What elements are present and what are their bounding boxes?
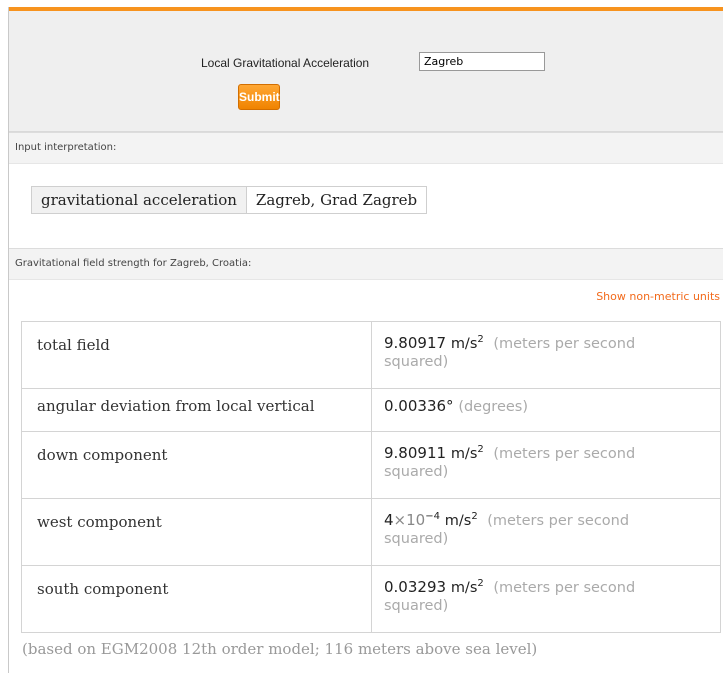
- gravity-results-table: total field 9.80917 m/s2 (meters per sec…: [21, 321, 721, 633]
- show-non-metric-units-link[interactable]: Show non-metric units: [596, 290, 720, 303]
- row-value-cell: 0.03293 m/s2 (meters per second squared): [371, 565, 721, 633]
- row-label: total field: [21, 321, 372, 389]
- unit-description: (meters per second: [487, 513, 630, 529]
- unit-description-cont: squared): [384, 598, 449, 614]
- value-number: 9.80911: [384, 444, 447, 462]
- table-row: down component 9.80911 m/s2 (meters per …: [21, 431, 721, 499]
- model-footnote: (based on EGM2008 12th order model; 116 …: [22, 640, 538, 658]
- value-number: 0.03293: [384, 578, 447, 596]
- unit-description-cont: squared): [384, 531, 449, 547]
- value-unit: m/s2: [444, 511, 478, 529]
- result-header: Gravitational field strength for Zagreb,…: [9, 248, 723, 280]
- value-number: 4×10−4: [384, 511, 440, 529]
- row-label: south component: [21, 565, 372, 633]
- location-input[interactable]: Zagreb: [419, 52, 545, 71]
- value-unit: m/s2: [450, 444, 484, 462]
- query-form: Local Gravitational Acceleration Zagreb …: [9, 11, 723, 132]
- table-row: total field 9.80917 m/s2 (meters per sec…: [21, 321, 721, 389]
- unit-description: (meters per second: [493, 336, 636, 352]
- row-value-cell: 9.80917 m/s2 (meters per second squared): [371, 321, 721, 389]
- value-number: 9.80917: [384, 334, 447, 352]
- interpretation-key: gravitational acceleration: [31, 186, 247, 214]
- interpretation-value: Zagreb, Grad Zagreb: [245, 186, 428, 214]
- interpretation-table: gravitational acceleration Zagreb, Grad …: [31, 186, 428, 214]
- units-row: Show non-metric units: [9, 280, 723, 310]
- unit-description: (meters per second: [493, 580, 636, 596]
- row-value-cell: 4×10−4 m/s2 (meters per second squared): [371, 498, 721, 566]
- unit-description-cont: squared): [384, 354, 449, 370]
- table-row: west component 4×10−4 m/s2 (meters per s…: [21, 498, 721, 566]
- input-interpretation-header: Input interpretation:: [9, 132, 723, 164]
- submit-button[interactable]: Submit: [238, 84, 280, 110]
- unit-description-cont: squared): [384, 464, 449, 480]
- value-unit: m/s2: [450, 334, 484, 352]
- row-value-cell: 9.80911 m/s2 (meters per second squared): [371, 431, 721, 499]
- row-label: west component: [21, 498, 372, 566]
- table-row: south component 0.03293 m/s2 (meters per…: [21, 565, 721, 633]
- row-value-cell: 0.00336° (degrees): [371, 388, 721, 432]
- row-label: angular deviation from local vertical: [21, 388, 372, 432]
- input-interpretation-pod: gravitational acceleration Zagreb, Grad …: [9, 164, 723, 248]
- table-row: angular deviation from local vertical 0.…: [21, 388, 721, 432]
- unit-description: (meters per second: [493, 446, 636, 462]
- unit-description: (degrees): [458, 399, 528, 415]
- form-label: Local Gravitational Acceleration: [201, 56, 370, 70]
- value-unit: m/s2: [450, 578, 484, 596]
- value-number: 0.00336°: [384, 397, 454, 415]
- row-label: down component: [21, 431, 372, 499]
